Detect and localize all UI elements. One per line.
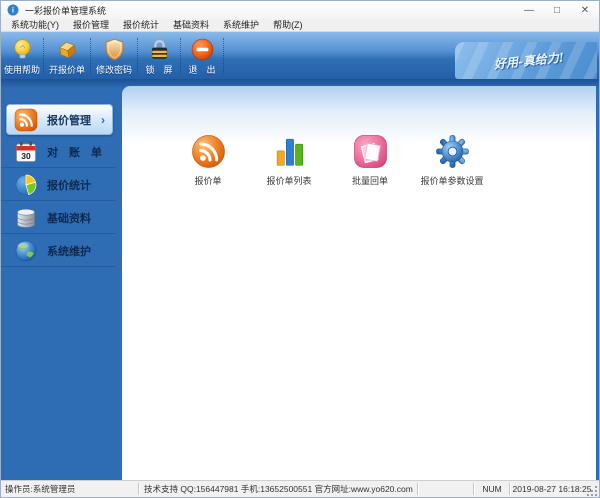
- sidebar-item-quote-statistics[interactable]: 报价统计: [1, 170, 116, 201]
- rss-icon: [14, 108, 38, 131]
- change-password-button[interactable]: 修改密码: [91, 32, 137, 79]
- menu-item-system-maintenance[interactable]: 系统维护: [216, 19, 266, 31]
- window-title: 一彩报价单管理系统: [25, 5, 107, 16]
- toolbar: 使用帮助 开报价单 修改密码 锁 屏 退 出 好用-真给力!: [1, 32, 599, 79]
- sidebar: 报价管理 › 30 对 账 单 报价统计 基础资料 系统维护: [1, 79, 119, 480]
- batch-receipt-icon: [353, 135, 387, 168]
- new-quote-button[interactable]: 开报价单: [44, 32, 90, 79]
- shortcut-quote-settings[interactable]: 报价单参数设置: [406, 134, 498, 187]
- app-logo-icon: i: [7, 4, 19, 16]
- menu-item-quote-management[interactable]: 报价管理: [66, 19, 116, 31]
- shield-icon: [105, 38, 123, 61]
- gear-icon: [435, 135, 469, 168]
- shortcut-quote-list[interactable]: 报价单列表: [243, 134, 335, 187]
- promo-banner-text: 好用-真给力!: [493, 50, 565, 72]
- window-controls: — □ ✕: [515, 1, 599, 19]
- calendar-icon: 30: [16, 141, 36, 162]
- status-datetime: 2019-08-27 16:18:25: [512, 484, 592, 494]
- sidebar-item-base-data[interactable]: 基础资料: [1, 203, 116, 234]
- lock-screen-button[interactable]: 锁 屏: [138, 32, 180, 79]
- minimize-button[interactable]: —: [515, 1, 543, 19]
- body-area: 报价管理 › 30 对 账 单 报价统计 基础资料 系统维护 报价单 报价单列表…: [1, 79, 599, 480]
- database-icon: [17, 208, 35, 228]
- sidebar-item-system-maintenance[interactable]: 系统维护: [1, 236, 116, 267]
- status-separator: [473, 483, 474, 495]
- package-icon: [58, 42, 76, 59]
- exit-icon: [191, 38, 213, 61]
- status-num-lock: NUM: [482, 484, 502, 494]
- svg-text:i: i: [12, 6, 14, 15]
- resize-grip[interactable]: [587, 485, 598, 496]
- menu-item-quote-statistics[interactable]: 报价统计: [116, 19, 166, 31]
- lock-icon: [151, 39, 167, 59]
- toolbar-separator: [223, 38, 224, 74]
- help-button[interactable]: 使用帮助: [1, 32, 43, 79]
- sidebar-item-quote-management[interactable]: 报价管理 ›: [6, 104, 113, 135]
- bar-chart-icon: [276, 138, 303, 166]
- title-bar: i 一彩报价单管理系统 — □ ✕: [1, 1, 599, 19]
- sidebar-item-statement[interactable]: 30 对 账 单: [1, 137, 116, 168]
- main-panel: 报价单 报价单列表 批量回单 报价单参数设置: [122, 86, 596, 480]
- menu-item-system-functions[interactable]: 系统功能(Y): [4, 19, 66, 31]
- rss-icon: [191, 135, 225, 168]
- shortcut-batch-receipt[interactable]: 批量回单: [324, 134, 416, 187]
- status-separator: [417, 483, 418, 495]
- close-button[interactable]: ✕: [571, 1, 599, 19]
- status-bar: 操作员:系统管理员 技术支持 QQ:156447981 手机:136525005…: [1, 480, 599, 497]
- menu-item-base-data[interactable]: 基础资料: [166, 19, 216, 31]
- chevron-right-icon: ›: [101, 112, 105, 127]
- status-operator: 操作员:系统管理员: [5, 484, 76, 494]
- globe-icon: [15, 240, 37, 262]
- menu-item-help[interactable]: 帮助(Z): [266, 19, 310, 31]
- status-separator: [138, 483, 139, 495]
- shortcut-quote[interactable]: 报价单: [162, 134, 254, 187]
- exit-button[interactable]: 退 出: [181, 32, 223, 79]
- svg-text:30: 30: [21, 151, 31, 161]
- lightbulb-icon: [13, 39, 31, 59]
- status-support-info: 技术支持 QQ:156447981 手机:13652500551 官方网址:ww…: [144, 484, 413, 494]
- menu-bar: 系统功能(Y) 报价管理 报价统计 基础资料 系统维护 帮助(Z): [1, 19, 599, 32]
- promo-banner: 好用-真给力!: [455, 42, 597, 79]
- app-window: { "window": { "title": "一彩报价单管理系统", "ico…: [0, 0, 600, 498]
- pie-chart-icon: [15, 174, 37, 196]
- maximize-button[interactable]: □: [543, 1, 571, 19]
